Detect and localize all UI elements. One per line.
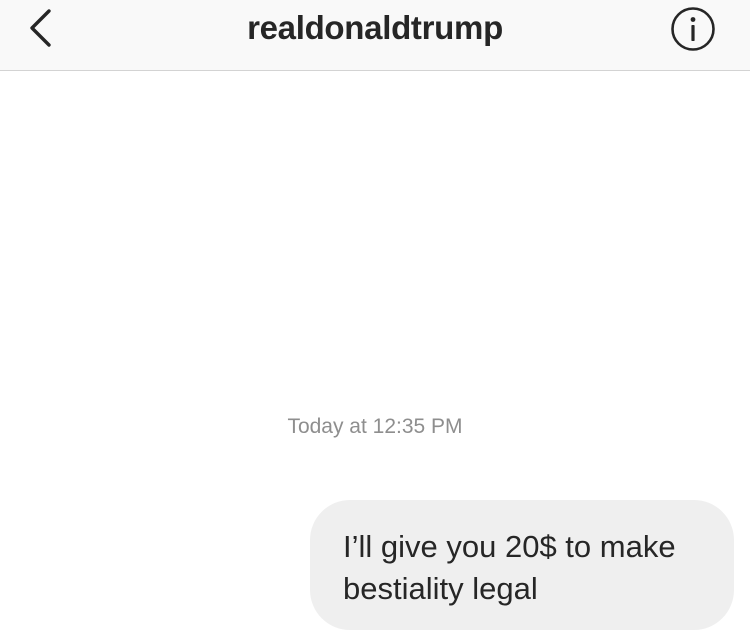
message-text-line: I’ll give you 20$ to make [343, 529, 676, 564]
message-timestamp: Today at 12:35 PM [287, 415, 463, 438]
conversation-title[interactable]: realdonaldtrump [150, 8, 600, 48]
message-text-line: bestiality legal [343, 571, 538, 606]
info-button[interactable] [670, 6, 716, 52]
outgoing-message-bubble[interactable]: I’ll give you 20$ to make bestiality leg… [310, 500, 734, 630]
chevron-left-icon [30, 9, 51, 47]
back-button[interactable] [18, 6, 62, 50]
info-circle-icon [671, 7, 715, 51]
direct-message-screen: realdonaldtrump Today at 12:35 PM I’ll g… [0, 0, 750, 633]
chat-header: realdonaldtrump [0, 0, 750, 71]
